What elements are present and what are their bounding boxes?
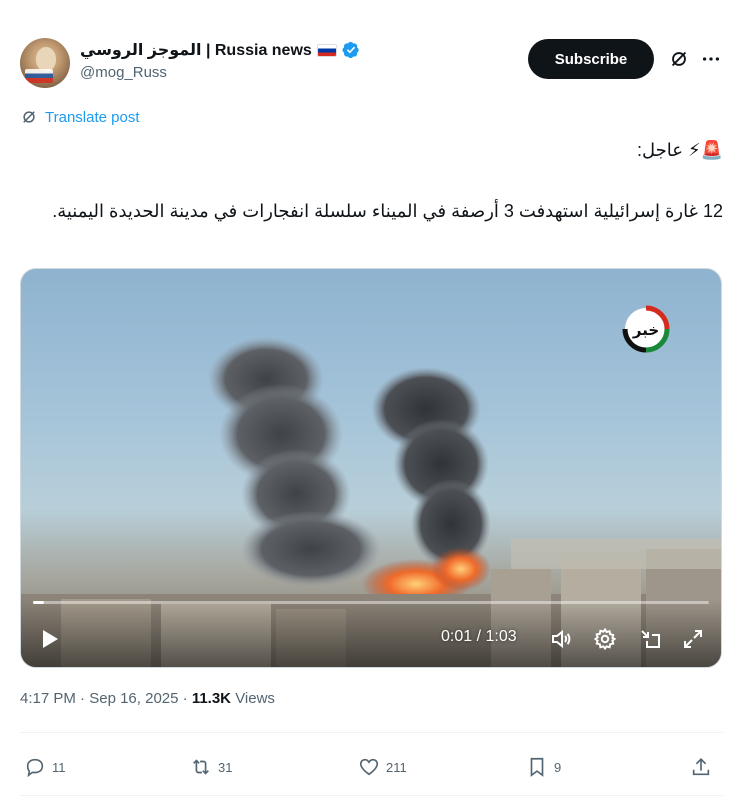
repost-icon bbox=[193, 759, 209, 775]
post-meta: 4:17 PM · Sep 16, 2025 · 11.3K Views bbox=[20, 690, 275, 707]
post-text-body: 12 غارة إسرائيلية استهدفت 3 أرصفة في الم… bbox=[52, 201, 723, 221]
share-button[interactable] bbox=[690, 752, 712, 782]
post-header: الموجز الروسي | Russia news @mog_Russ Su… bbox=[20, 36, 723, 92]
bookmark-count: 9 bbox=[554, 759, 562, 775]
translate-post-link[interactable]: Translate post bbox=[20, 108, 140, 126]
fullscreen-icon[interactable] bbox=[681, 627, 705, 651]
bookmark-icon bbox=[530, 757, 544, 777]
divider bbox=[20, 732, 723, 733]
video-controls: 0:01 / 1:03 bbox=[21, 609, 721, 667]
grok-icon[interactable] bbox=[668, 48, 690, 70]
video-progress-fill bbox=[33, 601, 44, 604]
more-icon[interactable] bbox=[700, 48, 722, 70]
post-date[interactable]: Sep 16, 2025 bbox=[89, 690, 178, 707]
share-icon bbox=[692, 758, 710, 776]
author-block: الموجز الروسي | Russia news @mog_Russ bbox=[80, 38, 360, 81]
translate-label: Translate post bbox=[45, 108, 140, 126]
reply-count: 11 bbox=[52, 759, 66, 775]
translate-icon bbox=[23, 111, 35, 123]
like-button[interactable]: 211 bbox=[358, 752, 407, 782]
action-bar: 11 31 211 9 bbox=[20, 752, 723, 782]
heart-icon bbox=[359, 758, 379, 776]
bottom-divider bbox=[20, 795, 723, 796]
video-player[interactable]: خبر 0:01 / 1:03 bbox=[20, 268, 722, 668]
russian-flag-icon bbox=[316, 43, 337, 57]
play-icon[interactable] bbox=[37, 627, 61, 651]
meta-separator: · bbox=[80, 690, 90, 707]
volume-icon[interactable] bbox=[549, 627, 573, 651]
settings-gear-icon[interactable] bbox=[593, 627, 617, 651]
views-label: Views bbox=[235, 690, 275, 707]
channel-logo-icon: خبر bbox=[622, 305, 670, 353]
bookmark-button[interactable]: 9 bbox=[526, 752, 561, 782]
video-time: 0:01 / 1:03 bbox=[441, 628, 517, 645]
verified-badge-icon bbox=[342, 41, 359, 59]
avatar[interactable] bbox=[20, 38, 70, 88]
post-text-alert: 🚨⚡ عاجل: bbox=[636, 140, 723, 160]
avatar-flag bbox=[25, 69, 53, 83]
avatar-face bbox=[36, 47, 56, 71]
video-progress-bar[interactable] bbox=[33, 601, 709, 604]
repost-button[interactable]: 31 bbox=[190, 752, 232, 782]
author-name-row: الموجز الروسي | Russia news bbox=[80, 38, 360, 62]
post-time[interactable]: 4:17 PM bbox=[20, 690, 76, 707]
channel-logo-text: خبر bbox=[632, 321, 659, 339]
views-count: 11.3K bbox=[191, 690, 232, 707]
meta-separator: · bbox=[182, 690, 192, 707]
author-handle[interactable]: @mog_Russ bbox=[80, 64, 360, 81]
like-count: 211 bbox=[386, 759, 407, 775]
reply-icon bbox=[26, 758, 44, 778]
subscribe-button[interactable]: Subscribe bbox=[528, 39, 654, 79]
reply-button[interactable]: 11 bbox=[24, 752, 66, 782]
repost-count: 31 bbox=[218, 759, 233, 775]
author-name[interactable]: الموجز الروسي | Russia news bbox=[80, 40, 312, 60]
pip-icon[interactable] bbox=[639, 627, 663, 651]
